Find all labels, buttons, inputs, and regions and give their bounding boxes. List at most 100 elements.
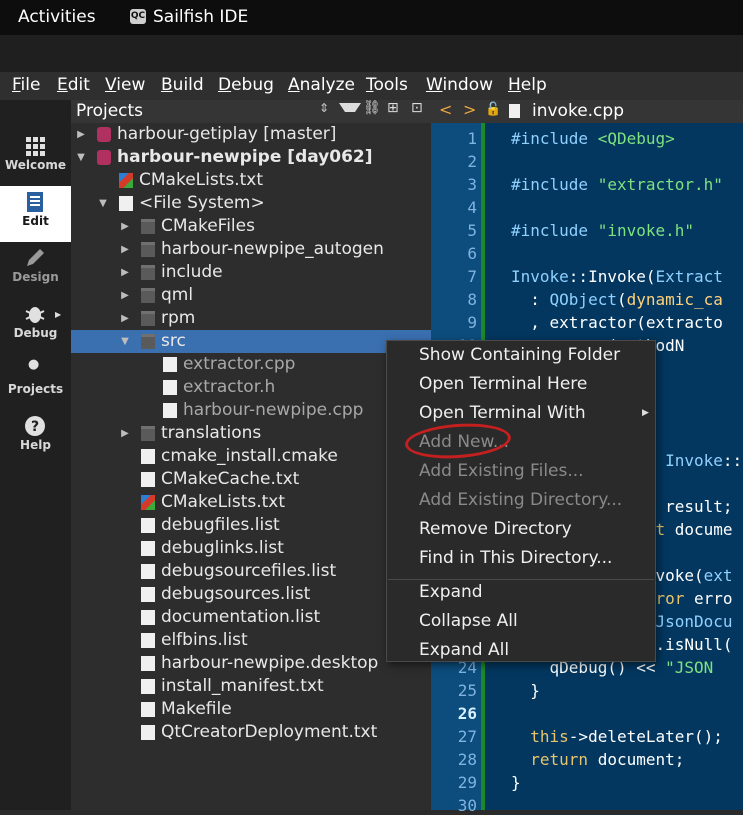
expanded-arrow-icon[interactable]: ▼ bbox=[75, 146, 87, 169]
tree-item-label: QtCreatorDeployment.txt bbox=[161, 722, 378, 742]
tree-row[interactable]: elfbins.list bbox=[71, 629, 431, 652]
tree-item-label: CMakeLists.txt bbox=[161, 492, 286, 512]
close-panel-icon[interactable]: ⊡ bbox=[411, 100, 423, 116]
tree-row[interactable]: debugfiles.list bbox=[71, 514, 431, 537]
context-item-collapse-all[interactable]: Collapse All bbox=[419, 611, 518, 631]
menu-view[interactable]: View bbox=[105, 75, 145, 95]
menu-debug[interactable]: Debug bbox=[218, 75, 274, 95]
menu-analyze[interactable]: Analyze bbox=[288, 75, 355, 95]
split-icon[interactable]: ⊞ bbox=[387, 100, 399, 116]
folder-icon bbox=[141, 334, 155, 349]
tree-folder-row[interactable]: ▼ src bbox=[71, 330, 431, 353]
code-line: } bbox=[511, 681, 540, 700]
tree-row[interactable]: debugsources.list bbox=[71, 583, 431, 606]
collapsed-arrow-icon[interactable]: ▶ bbox=[119, 422, 131, 445]
collapsed-arrow-icon[interactable]: ▶ bbox=[119, 284, 131, 307]
tree-item-label: CMakeLists.txt bbox=[139, 170, 264, 190]
context-item-add-existing-directory[interactable]: Add Existing Directory... bbox=[419, 490, 622, 510]
file-icon bbox=[141, 679, 155, 694]
tree-row[interactable]: ▼ harbour-newpipe [day062] bbox=[71, 146, 431, 169]
filter-icon[interactable] bbox=[339, 103, 361, 112]
tree-item-label: include bbox=[161, 262, 223, 282]
projects-panel-title[interactable]: Projects bbox=[76, 101, 143, 121]
tree-item-label: cmake_install.cmake bbox=[161, 446, 338, 466]
tree-item-label: debugsourcefiles.list bbox=[161, 561, 337, 581]
tree-row[interactable]: Makefile bbox=[71, 698, 431, 721]
tree-item-label: elfbins.list bbox=[161, 630, 248, 650]
tree-item-label: CMakeFiles bbox=[161, 216, 255, 236]
code-token: , extractor(extracto bbox=[511, 313, 723, 332]
menu-edit[interactable]: Edit bbox=[57, 75, 90, 95]
menu-tools[interactable]: Tools bbox=[366, 75, 408, 95]
sort-chevron-icon[interactable]: ⇕ bbox=[319, 101, 329, 115]
code-token: erro bbox=[694, 589, 733, 608]
mode-debug[interactable]: Debug ▶ bbox=[0, 298, 71, 354]
tree-row[interactable]: install_manifest.txt bbox=[71, 675, 431, 698]
tree-folder-row[interactable]: ▶ include bbox=[71, 261, 431, 284]
link-icon[interactable]: ⛓ bbox=[363, 100, 381, 116]
file-icon bbox=[163, 403, 177, 418]
expanded-arrow-icon[interactable]: ▼ bbox=[119, 330, 131, 353]
window-title-strip bbox=[0, 35, 743, 72]
back-arrow-icon[interactable]: < bbox=[439, 100, 452, 119]
menu-build[interactable]: Build bbox=[161, 75, 204, 95]
tree-item-label: translations bbox=[161, 423, 262, 443]
mode-edit[interactable]: Edit bbox=[0, 186, 71, 242]
tree-row[interactable]: ▶ harbour-getiplay [master] bbox=[71, 123, 431, 146]
editor-file-tab[interactable]: invoke.cpp bbox=[532, 101, 624, 121]
expanded-arrow-icon[interactable]: ▼ bbox=[97, 192, 109, 215]
code-token: Invoke bbox=[511, 267, 569, 286]
tree-row[interactable]: CMakeLists.txt bbox=[71, 491, 431, 514]
folder-icon bbox=[141, 311, 155, 326]
tree-row[interactable]: QtCreatorDeployment.txt bbox=[71, 721, 431, 744]
context-item-expand-all[interactable]: Expand All bbox=[419, 640, 509, 660]
menu-window[interactable]: Window bbox=[426, 75, 493, 95]
collapsed-arrow-icon[interactable]: ▶ bbox=[119, 307, 131, 330]
collapsed-arrow-icon[interactable]: ▶ bbox=[119, 261, 131, 284]
line-number: 9 bbox=[467, 313, 477, 332]
mode-design[interactable]: Design bbox=[0, 242, 71, 298]
tree-folder-row[interactable]: ▶ rpm bbox=[71, 307, 431, 330]
code-token: :: bbox=[722, 451, 743, 470]
collapsed-arrow-icon[interactable]: ▶ bbox=[119, 215, 131, 238]
tree-row[interactable]: documentation.list bbox=[71, 606, 431, 629]
mode-projects[interactable]: Projects bbox=[0, 354, 71, 410]
tree-row[interactable]: cmake_install.cmake bbox=[71, 445, 431, 468]
folder-icon bbox=[141, 288, 155, 303]
tree-row[interactable]: debugsourcefiles.list bbox=[71, 560, 431, 583]
tree-row[interactable]: CMakeLists.txt bbox=[71, 169, 431, 192]
mode-welcome[interactable]: Welcome bbox=[0, 130, 71, 186]
tree-folder-row[interactable]: ▶ CMakeFiles bbox=[71, 215, 431, 238]
forward-arrow-icon[interactable]: > bbox=[463, 100, 476, 119]
tree-item-label: Makefile bbox=[161, 699, 232, 719]
cmake-icon bbox=[119, 173, 133, 188]
tree-row[interactable]: extractor.h bbox=[71, 376, 431, 399]
tree-row[interactable]: CMakeCache.txt bbox=[71, 468, 431, 491]
tree-row[interactable]: harbour-newpipe.desktop bbox=[71, 652, 431, 675]
menu-help[interactable]: Help bbox=[508, 75, 547, 95]
context-item-open-terminal-with[interactable]: Open Terminal With bbox=[419, 403, 586, 423]
context-item-add-existing-files[interactable]: Add Existing Files... bbox=[419, 461, 584, 481]
app-title[interactable]: Sailfish IDE bbox=[153, 7, 248, 27]
file-icon bbox=[141, 587, 155, 602]
folder-icon bbox=[141, 265, 155, 280]
menu-file[interactable]: File bbox=[12, 75, 40, 95]
collapsed-arrow-icon[interactable]: ▶ bbox=[75, 123, 87, 146]
tree-row[interactable]: ▼ <File System> bbox=[71, 192, 431, 215]
context-item-open-terminal-here[interactable]: Open Terminal Here bbox=[419, 374, 587, 394]
context-item-find-in-this-directory[interactable]: Find in This Directory... bbox=[419, 548, 612, 568]
context-item-show-containing-folder[interactable]: Show Containing Folder bbox=[419, 345, 620, 365]
mode-help[interactable]: ? Help bbox=[0, 410, 71, 466]
tree-folder-row[interactable]: ▶ qml bbox=[71, 284, 431, 307]
tree-item-label: harbour-newpipe_autogen bbox=[161, 239, 384, 259]
tree-row[interactable]: harbour-newpipe.cpp bbox=[71, 399, 431, 422]
activities-button[interactable]: Activities bbox=[18, 7, 96, 27]
tree-row[interactable]: debuglinks.list bbox=[71, 537, 431, 560]
tree-folder-row[interactable]: ▶ harbour-newpipe_autogen bbox=[71, 238, 431, 261]
context-item-expand[interactable]: Expand bbox=[419, 582, 483, 602]
filesystem-icon bbox=[119, 196, 133, 211]
collapsed-arrow-icon[interactable]: ▶ bbox=[119, 238, 131, 261]
tree-folder-row[interactable]: ▶ translations bbox=[71, 422, 431, 445]
context-item-remove-directory[interactable]: Remove Directory bbox=[419, 519, 572, 539]
tree-row[interactable]: extractor.cpp bbox=[71, 353, 431, 376]
